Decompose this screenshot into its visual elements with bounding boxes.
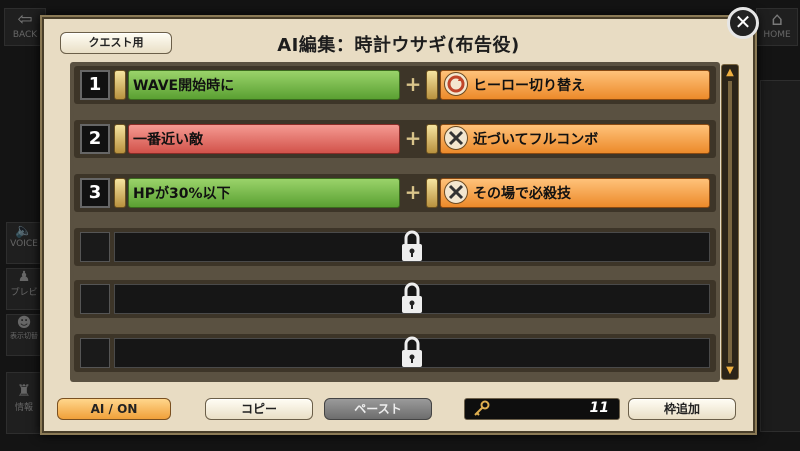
condition-field[interactable]: WAVE開始時に <box>128 70 400 100</box>
condition-label: WAVE開始時に <box>133 78 235 94</box>
copy-button[interactable]: コピー <box>205 398 313 420</box>
locked-row <box>74 228 716 266</box>
dialog-title: AI編集：時計ウサギ(布告役) <box>277 35 520 56</box>
lock-icon <box>402 230 422 261</box>
plus-icon: + <box>404 180 422 204</box>
action-field[interactable]: ヒーロー切り替え <box>440 70 710 100</box>
rule-row[interactable]: 3 HPが30%以下 + その場で必殺技 <box>74 174 716 212</box>
key-count: 11 <box>589 400 609 416</box>
action-field[interactable]: その場で必殺技 <box>440 178 710 208</box>
close-button[interactable]: ✕ <box>727 7 759 39</box>
lock-icon <box>402 282 422 313</box>
action-label: 近づいてフルコンボ <box>473 132 599 148</box>
action-field[interactable]: 近づいてフルコンボ <box>440 124 710 154</box>
rule-row[interactable]: 2 一番近い敵 + 近づいてフルコンボ <box>74 120 716 158</box>
plus-icon: + <box>404 126 422 150</box>
plus-icon: + <box>404 72 422 96</box>
rule-number: 3 <box>80 178 110 208</box>
scroll-up-icon[interactable]: ▲ <box>724 67 736 79</box>
empty-number-slot <box>80 338 110 368</box>
add-slot-button[interactable]: 枠追加 <box>628 398 736 420</box>
key-icon <box>474 400 490 416</box>
refresh-icon <box>444 72 468 96</box>
crossed-swords-icon <box>444 180 468 204</box>
rule-number: 2 <box>80 124 110 154</box>
locked-row <box>74 280 716 318</box>
empty-number-slot <box>80 284 110 314</box>
condition-field[interactable]: HPが30%以下 <box>128 178 400 208</box>
action-cap <box>426 178 438 208</box>
crossed-swords-icon <box>444 126 468 150</box>
action-label: ヒーロー切り替え <box>473 78 585 94</box>
list-scrollbar[interactable]: ▲ ▼ <box>721 64 739 380</box>
scroll-down-icon[interactable]: ▼ <box>724 365 736 377</box>
action-label: その場で必殺技 <box>473 186 571 202</box>
condition-field[interactable]: 一番近い敵 <box>128 124 400 154</box>
condition-cap <box>114 178 126 208</box>
rule-number: 1 <box>80 70 110 100</box>
lock-icon <box>402 336 422 367</box>
scroll-track <box>728 81 732 363</box>
paste-button[interactable]: ペースト <box>324 398 432 420</box>
condition-label: HPが30%以下 <box>133 186 231 202</box>
ai-toggle-button[interactable]: AI / ON <box>57 398 171 420</box>
action-cap <box>426 124 438 154</box>
condition-label: 一番近い敵 <box>133 132 203 148</box>
key-counter: 11 <box>464 398 620 420</box>
rule-row[interactable]: 1 WAVE開始時に + ヒーロー切り替え <box>74 66 716 104</box>
empty-number-slot <box>80 232 110 262</box>
action-cap <box>426 70 438 100</box>
close-icon: ✕ <box>734 10 752 34</box>
locked-row <box>74 334 716 372</box>
condition-cap <box>114 124 126 154</box>
condition-cap <box>114 70 126 100</box>
ai-rule-list: 1 WAVE開始時に + ヒーロー切り替え 2 一番近い敵 + 近づいてフルコン… <box>70 62 720 382</box>
